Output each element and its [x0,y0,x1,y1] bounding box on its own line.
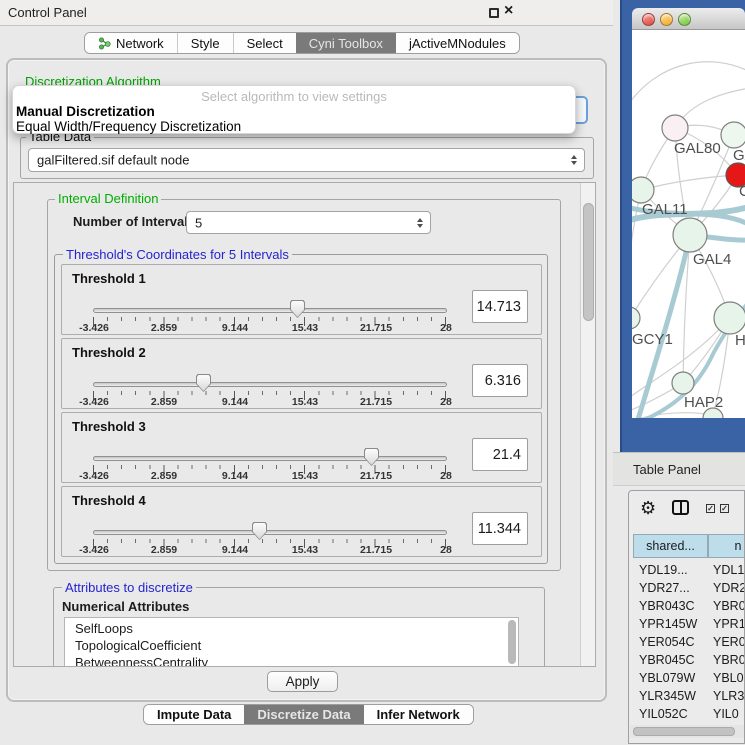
slider-handle[interactable] [196,374,211,392]
threshold-panel-1: Threshold 1 -3.426 2.859 9.144 15.43 21.… [61,264,542,335]
attributes-group-title: Attributes to discretize [62,581,196,594]
algorithm-dropdown-popup: Select algorithm to view settings Manual… [12,85,576,134]
threshold-panel-4: Threshold 4 -3.426 2.859 9.144 15.43 21.… [61,486,542,557]
node-gcy1[interactable] [632,307,640,329]
table-panel-titlebar: Table Panel [613,452,745,486]
node-label: GAL11 [642,201,688,218]
top-tab-bar: Network Style Select Cyni Toolbox jActiv… [84,32,520,55]
threshold-value-field[interactable]: 11.344 [472,512,528,545]
node-gal4[interactable] [673,218,707,252]
settings-scroll-panel: Interval Definition Number of Intervals … [13,182,596,667]
minimize-traffic-light-icon[interactable] [660,13,673,26]
horizontal-scrollbar-thumb[interactable] [633,727,735,736]
threshold-value-field[interactable]: 14.713 [472,290,528,323]
column-header-shared-name[interactable]: shared... [633,534,708,558]
algorithm-option-equal-width[interactable]: Equal Width/Frequency Discretization [16,119,241,134]
tab-network-label: Network [116,33,164,54]
slider-track[interactable] [93,382,447,387]
bottom-tab-bar: Impute Data Discretize Data Infer Networ… [143,704,474,725]
network-canvas[interactable]: GAL80 GA C GAL11 GAL4 GCY1 H HAP2 [632,30,745,418]
node-label: GAL80 [674,140,721,157]
list-item[interactable]: BetweennessCentrality [65,654,518,667]
gear-icon[interactable]: ⚙ [640,498,656,518]
number-of-intervals-label: Number of Intervals [73,214,195,229]
table-data-selected-value: galFiltered.sif default node [37,153,189,168]
checkbox-icon[interactable]: ✓ [720,504,729,513]
tab-infer-network[interactable]: Infer Network [364,705,473,724]
tab-select[interactable]: Select [233,33,296,53]
tab-discretize-data[interactable]: Discretize Data [244,705,363,724]
threshold-value-field[interactable]: 6.316 [472,364,528,397]
slider-track[interactable] [93,530,447,535]
zoom-traffic-light-icon[interactable] [678,13,691,26]
slider-handle[interactable] [364,448,379,466]
network-window: GAL80 GA C GAL11 GAL4 GCY1 H HAP2 [632,8,745,418]
apply-button[interactable]: Apply [267,671,338,692]
tab-network[interactable]: Network [85,33,177,53]
interval-definition-title: Interval Definition [55,192,161,205]
attributes-group: Attributes to discretize Numerical Attri… [53,587,545,667]
close-icon[interactable]: × [504,2,513,20]
close-traffic-light-icon[interactable] [642,13,655,26]
tab-jactivemnodules[interactable]: jActiveMNodules [396,33,519,53]
slider-handle[interactable] [290,300,305,318]
slider-ticks [93,391,447,400]
slider-ticks [93,539,447,548]
slider-ticks [93,465,447,474]
node-label: GA [733,147,745,164]
panel-title: Control Panel [8,5,87,20]
list-item[interactable]: SelfLoops [65,620,518,637]
node-label: H [735,332,745,349]
node-label: GCY1 [632,331,673,348]
slider-track[interactable] [93,456,447,461]
panel-scrollbar-thumb[interactable] [583,203,594,321]
thresholds-group: Threshold's Coordinates for 5 Intervals … [54,254,548,564]
combo-spinner-icon[interactable] [571,155,577,165]
control-panel-titlebar: Control Panel × [0,0,613,26]
slider-track[interactable] [93,308,447,313]
node-label: GAL4 [693,251,731,268]
combo-spinner-icon[interactable] [417,218,423,228]
threshold-value-field[interactable]: 21.4 [472,438,528,471]
thresholds-group-title: Threshold's Coordinates for 5 Intervals [63,248,292,261]
column-header-name[interactable]: n [708,534,745,558]
slider-handle[interactable] [252,522,267,540]
checkbox-icon[interactable]: ✓ [706,504,715,513]
node-label: HAP2 [684,394,723,411]
node-gal11[interactable] [632,177,654,203]
number-of-intervals-combobox[interactable]: 5 [186,211,431,234]
number-of-intervals-value: 5 [195,215,202,230]
network-icon [98,37,111,50]
threshold-panel-2: Threshold 2 -3.426 2.859 9.144 15.43 21.… [61,338,542,409]
list-item[interactable]: TopologicalCoefficient [65,637,518,654]
horizontal-scrollbar-track[interactable] [630,725,744,738]
tab-style[interactable]: Style [177,33,233,53]
node-gal80[interactable] [662,115,688,141]
split-columns-icon[interactable] [672,500,689,515]
network-graph: GAL80 GA C GAL11 GAL4 GCY1 H HAP2 [632,30,745,418]
numerical-attributes-label: Numerical Attributes [62,599,189,614]
tab-impute-data[interactable]: Impute Data [144,705,244,724]
table-data-combobox[interactable]: galFiltered.sif default node [28,148,585,172]
float-window-icon[interactable] [489,8,499,18]
node-top-right[interactable] [721,122,745,148]
node-h[interactable] [714,302,745,334]
node-hap2[interactable] [672,372,694,394]
table-panel-title: Table Panel [633,462,701,477]
numerical-attributes-list: SelfLoops TopologicalCoefficient Between… [64,617,519,667]
list-scrollbar-thumb[interactable] [508,620,516,664]
table-panel: ⚙ ✓ ✓ shared... n YDL19...YDL1 YDR27...Y… [628,490,745,744]
algorithm-option-manual[interactable]: Manual Discretization [16,104,155,119]
threshold-panel-3: Threshold 3 -3.426 2.859 9.144 15.43 21.… [61,412,542,483]
node-label: C [739,183,745,200]
algorithm-hint: Select algorithm to view settings [13,89,575,104]
network-window-titlebar[interactable] [632,8,745,30]
application-root: Control Panel × Network Style Select Cyn… [0,0,745,745]
slider-ticks [93,317,447,326]
tab-cyni-toolbox[interactable]: Cyni Toolbox [296,33,396,53]
